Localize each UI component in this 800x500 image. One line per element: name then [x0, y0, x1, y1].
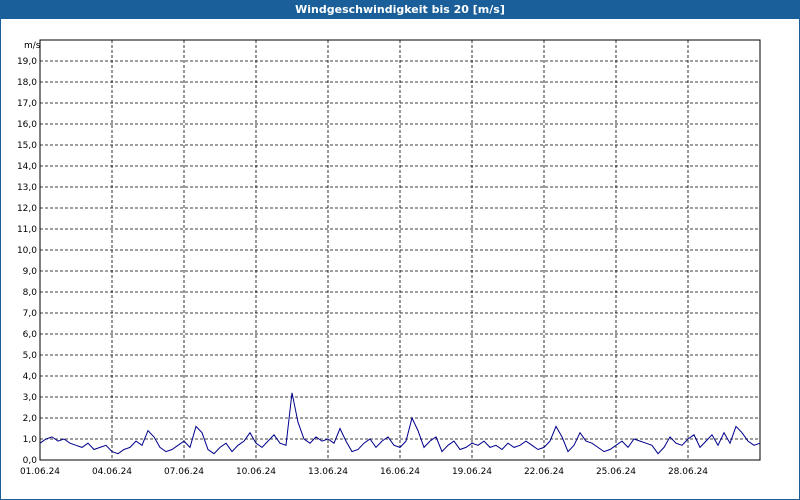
x-tick-label: 28.06.24 [668, 467, 708, 477]
y-tick-label: 8,0 [23, 288, 38, 298]
x-tick-label: 13.06.24 [308, 467, 348, 477]
y-tick-label: 2,0 [23, 414, 38, 424]
y-tick-label: 17,0 [17, 99, 37, 109]
y-tick-label: 13,0 [17, 183, 37, 193]
y-tick-label: 12,0 [17, 204, 37, 214]
x-tick-label: 07.06.24 [164, 467, 204, 477]
y-tick-label: 14,0 [17, 162, 37, 172]
y-tick-label: 11,0 [17, 225, 37, 235]
y-tick-label: 3,0 [23, 393, 38, 403]
y-tick-label: 19,0 [17, 57, 37, 67]
y-axis-ticks: 0,0 1,0 2,0 3,0 4,0 5,0 6,0 7,0 8,0 9,0 10,0 11,0 12… [17, 57, 37, 466]
grid-lines [40, 40, 760, 460]
x-tick-label: 01.06.24 [20, 467, 60, 477]
y-tick-label: 18,0 [17, 78, 37, 88]
x-tick-label: 25.06.24 [596, 467, 636, 477]
y-tick-label: 7,0 [23, 309, 38, 319]
y-tick-label: 10,0 [17, 246, 37, 256]
x-tick-label: 16.06.24 [380, 467, 420, 477]
y-tick-label: 1,0 [23, 435, 38, 445]
wind-speed-chart: m/s 0,0 1,0 2,0 3,0 4,0 5,0 6,0 7,0 8,0 9,0 10,0 11… [17, 39, 761, 477]
x-tick-label: 19.06.24 [452, 467, 492, 477]
x-tick-label: 22.06.24 [524, 467, 564, 477]
y-tick-label: 16,0 [17, 120, 37, 130]
y-axis-label: m/s [24, 41, 41, 51]
x-tick-label: 10.06.24 [236, 467, 276, 477]
y-tick-label: 4,0 [23, 372, 38, 382]
y-tick-label: 9,0 [23, 267, 38, 277]
y-tick-label: 6,0 [23, 330, 38, 340]
y-tick-label: 0,0 [23, 456, 38, 466]
x-axis-ticks: 01.06.24 04.06.24 07.06.24 10.06.24 13.06.24… [20, 467, 708, 477]
y-tick-label: 15,0 [17, 141, 37, 151]
x-tick-label: 04.06.24 [92, 467, 132, 477]
y-tick-label: 5,0 [23, 351, 38, 361]
